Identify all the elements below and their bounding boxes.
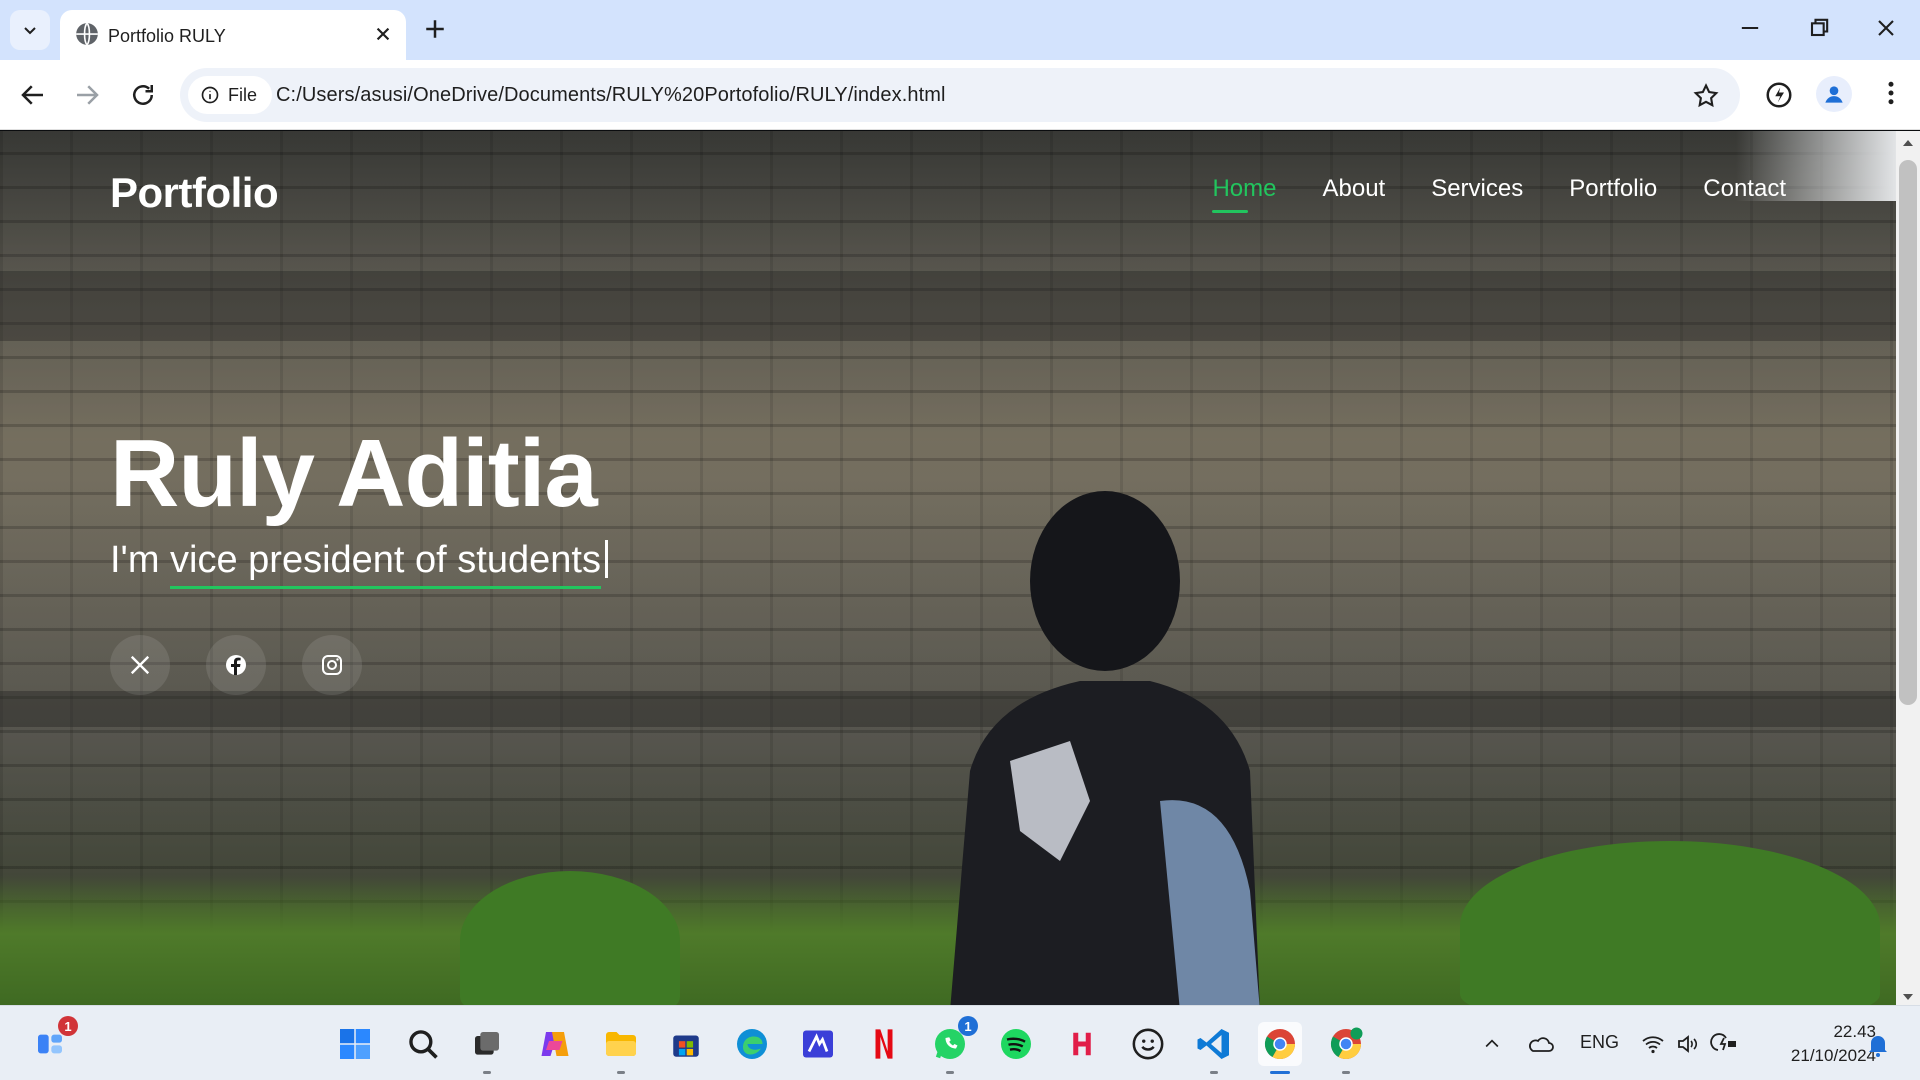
clock-time: 22.43 — [1833, 1022, 1876, 1041]
hero-prefix: I'm — [110, 539, 171, 581]
spotify-icon — [1001, 1029, 1031, 1059]
info-icon — [201, 86, 219, 104]
scroll-up-icon[interactable] — [1902, 138, 1914, 148]
close-tab-icon[interactable] — [370, 21, 396, 47]
file-explorer-icon — [606, 1032, 636, 1056]
nav-contact[interactable]: Contact — [1703, 175, 1786, 203]
battery-charging-icon[interactable] — [1710, 1032, 1738, 1056]
hero-name: Ruly Aditia — [110, 420, 598, 527]
app-icon — [803, 1030, 833, 1058]
browser-tab[interactable]: Portfolio RULY — [60, 10, 406, 60]
start-button[interactable] — [333, 1022, 377, 1066]
chrome-profile-button[interactable] — [1324, 1022, 1368, 1074]
person-icon — [1825, 86, 1843, 103]
url-text[interactable]: C:/Users/asusi/OneDrive/Documents/RULY%2… — [276, 84, 946, 107]
globe-icon — [76, 22, 98, 46]
taskbar-clock[interactable]: 22.43 21/10/2024 — [1760, 1020, 1876, 1068]
chrome-button[interactable] — [1258, 1022, 1302, 1074]
edge-button[interactable] — [730, 1022, 774, 1066]
bush-right — [1460, 841, 1880, 1005]
copilot-icon — [541, 1032, 569, 1056]
language-indicator[interactable]: ENG — [1580, 1032, 1619, 1053]
social-links — [110, 635, 362, 695]
site-info-chip[interactable]: File — [188, 76, 272, 114]
app-button[interactable] — [796, 1022, 840, 1066]
copilot-button[interactable] — [533, 1022, 577, 1066]
forward-icon[interactable] — [72, 80, 102, 110]
temple-shadow-band — [0, 271, 1896, 341]
minimize-icon[interactable] — [1736, 14, 1764, 42]
nav-portfolio[interactable]: Portfolio — [1569, 175, 1657, 203]
restore-icon[interactable] — [1805, 14, 1833, 42]
whatsapp-button[interactable]: 1 — [928, 1016, 978, 1074]
site-logo[interactable]: Portfolio — [110, 169, 279, 217]
edge-icon — [737, 1029, 767, 1059]
emoji-app-icon — [1132, 1028, 1164, 1060]
onedrive-icon[interactable] — [1526, 1032, 1554, 1054]
more-menu-icon[interactable] — [1876, 78, 1906, 108]
bookmark-star-icon[interactable] — [1692, 82, 1720, 110]
page-viewport: Portfolio Home About Services Portfolio … — [0, 131, 1896, 1005]
hero-typed-text: vice president of students — [170, 539, 601, 581]
browser-toolbar: File C:/Users/asusi/OneDrive/Documents/R… — [0, 60, 1920, 130]
widgets-button[interactable]: 1 — [28, 1016, 78, 1066]
task-view-icon — [475, 1032, 499, 1055]
back-icon[interactable] — [18, 80, 48, 110]
tab-search-button[interactable] — [10, 10, 50, 50]
address-bar[interactable]: File C:/Users/asusi/OneDrive/Documents/R… — [180, 68, 1740, 122]
site-nav: Home About Services Portfolio Contact — [1212, 175, 1786, 213]
browser-tab-bar: Portfolio RULY — [0, 0, 1920, 60]
wifi-icon[interactable] — [1640, 1032, 1666, 1056]
scrollbar-thumb[interactable] — [1899, 160, 1917, 705]
netflix-icon — [875, 1029, 893, 1059]
app-h-button[interactable] — [1060, 1022, 1104, 1066]
windows-taskbar: 1 1 ENG 22.43 21/10/2024 — [0, 1005, 1920, 1080]
performance-icon[interactable] — [1764, 80, 1794, 110]
volume-icon[interactable] — [1674, 1032, 1700, 1056]
widgets-badge: 1 — [58, 1016, 78, 1036]
chrome-profile-icon — [1330, 1027, 1363, 1060]
typing-cursor — [604, 540, 608, 578]
nav-services[interactable]: Services — [1431, 175, 1523, 203]
site-info-label: File — [228, 84, 258, 105]
search-button[interactable] — [401, 1022, 445, 1066]
nav-home[interactable]: Home — [1212, 175, 1276, 213]
file-explorer-button[interactable] — [599, 1022, 643, 1074]
bush-left — [460, 871, 680, 1005]
vscode-icon — [1197, 1029, 1229, 1059]
microsoft-store-button[interactable] — [664, 1022, 708, 1066]
hero-subtitle: I'm vice president of students — [110, 539, 608, 582]
x-twitter-icon — [130, 655, 150, 675]
profile-avatar[interactable] — [1816, 76, 1852, 112]
app-h-icon — [1073, 1032, 1091, 1056]
emoji-app-button[interactable] — [1126, 1022, 1170, 1066]
instagram-icon — [322, 655, 342, 675]
instagram-link[interactable] — [302, 635, 362, 695]
scroll-down-icon[interactable] — [1902, 992, 1914, 1002]
vscode-button[interactable] — [1192, 1022, 1236, 1074]
person-silhouette — [950, 491, 1260, 1005]
task-view-button[interactable] — [465, 1022, 509, 1074]
nav-about[interactable]: About — [1322, 175, 1385, 203]
tab-title: Portfolio RULY — [108, 26, 226, 46]
microsoft-store-icon — [673, 1035, 699, 1057]
start-icon — [340, 1029, 370, 1059]
netflix-button[interactable] — [862, 1022, 906, 1066]
clock-date: 21/10/2024 — [1790, 1046, 1876, 1065]
reload-icon[interactable] — [128, 80, 158, 110]
facebook-link[interactable] — [206, 635, 266, 695]
search-icon — [409, 1030, 438, 1059]
x-twitter-link[interactable] — [110, 635, 170, 695]
facebook-icon — [226, 655, 246, 675]
chrome-icon — [1264, 1029, 1296, 1060]
new-tab-icon[interactable] — [420, 14, 450, 44]
spotify-button[interactable] — [994, 1022, 1038, 1066]
whatsapp-badge: 1 — [958, 1016, 978, 1036]
chevron-down-icon — [24, 27, 36, 35]
close-window-icon[interactable] — [1872, 14, 1900, 42]
notification-bell-icon[interactable] — [1866, 1032, 1890, 1058]
show-hidden-icons[interactable] — [1482, 1034, 1502, 1054]
